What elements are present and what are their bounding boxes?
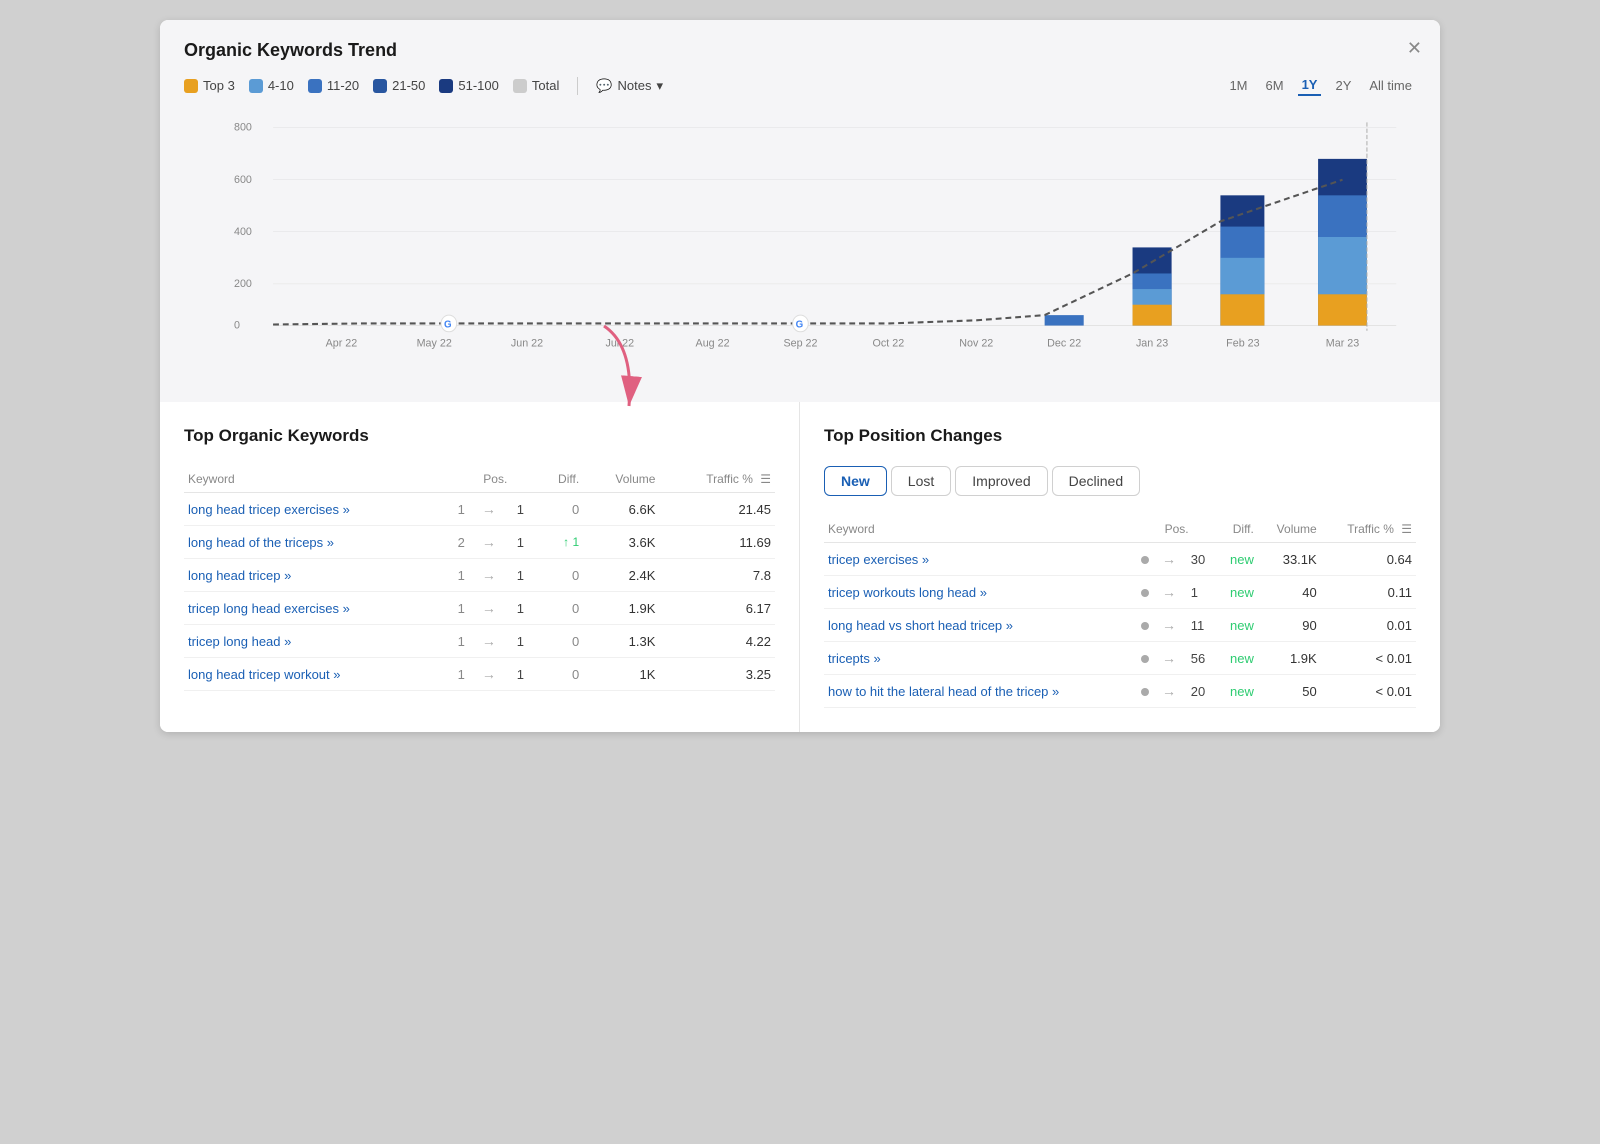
close-button[interactable]: ✕ xyxy=(1407,38,1422,59)
col-pos: Pos. xyxy=(454,466,537,493)
legend-item-21-50[interactable]: 21-50 xyxy=(373,78,425,93)
pc-col-traffic: Traffic % ☰ xyxy=(1321,516,1416,543)
tab-improved[interactable]: Improved xyxy=(955,466,1047,496)
time-btn-all-time[interactable]: All time xyxy=(1365,76,1416,95)
time-btn-1m[interactable]: 1M xyxy=(1225,76,1251,95)
svg-text:Feb 23: Feb 23 xyxy=(1226,337,1259,349)
svg-text:Aug 22: Aug 22 xyxy=(696,337,730,349)
legend-checkbox[interactable] xyxy=(373,79,387,93)
svg-text:400: 400 xyxy=(234,226,252,238)
chart-container: 800 600 400 200 0 xyxy=(184,112,1416,392)
kw-cell[interactable]: tricep long head » xyxy=(184,625,454,658)
pc-col-volume: Volume xyxy=(1258,516,1321,543)
table-row: tricep workouts long head » → 1 new 40 0… xyxy=(824,576,1416,609)
kw-cell[interactable]: tricep long head exercises » xyxy=(184,592,454,625)
svg-text:Oct 22: Oct 22 xyxy=(873,337,905,349)
table-row: how to hit the lateral head of the trice… xyxy=(824,675,1416,708)
trend-controls: Top 3 4-10 11-20 21-50 51-100 Total 💬 Notes ▾… xyxy=(184,75,1416,96)
tab-new[interactable]: New xyxy=(824,466,887,496)
pc-kw-cell[interactable]: how to hit the lateral head of the trice… xyxy=(824,675,1137,708)
legend-checkbox[interactable] xyxy=(439,79,453,93)
pc-col-keyword: Keyword xyxy=(824,516,1137,543)
time-btn-2y[interactable]: 2Y xyxy=(1331,76,1355,95)
svg-text:Sep 22: Sep 22 xyxy=(783,337,817,349)
position-section-title: Top Position Changes xyxy=(824,426,1416,446)
kw-cell[interactable]: long head tricep workout » xyxy=(184,658,454,691)
trend-chart: 800 600 400 200 0 xyxy=(234,112,1406,362)
pc-kw-cell[interactable]: long head vs short head tricep » xyxy=(824,609,1137,642)
svg-text:0: 0 xyxy=(234,319,240,331)
svg-text:May 22: May 22 xyxy=(417,337,452,349)
bottom-sections: Top Organic Keywords Keyword Pos. Diff. … xyxy=(160,402,1440,732)
tab-declined[interactable]: Declined xyxy=(1052,466,1140,496)
col-keyword: Keyword xyxy=(184,466,454,493)
keywords-table: Keyword Pos. Diff. Volume Traffic % ☰ lo… xyxy=(184,466,775,691)
col-diff: Diff. xyxy=(537,466,583,493)
keywords-section: Top Organic Keywords Keyword Pos. Diff. … xyxy=(160,402,800,732)
table-row: long head tricep exercises » 1 → 1 0 6.6… xyxy=(184,493,775,526)
legend-item-51-100[interactable]: 51-100 xyxy=(439,78,498,93)
legend-checkbox[interactable] xyxy=(184,79,198,93)
svg-text:Apr 22: Apr 22 xyxy=(326,337,358,349)
notes-chevron-icon: ▾ xyxy=(657,78,664,94)
table-row: tricep long head » 1 → 1 0 1.3K 4.22 xyxy=(184,625,775,658)
table-row: long head tricep » 1 → 1 0 2.4K 7.8 xyxy=(184,559,775,592)
main-card: Organic Keywords Trend ✕ Top 3 4-10 11-20 2… xyxy=(160,20,1440,732)
position-table: Keyword Pos. Diff. Volume Traffic % ☰ tr… xyxy=(824,516,1416,708)
table-row: tricepts » → 56 new 1.9K < 0.01 xyxy=(824,642,1416,675)
svg-text:Jan 23: Jan 23 xyxy=(1136,337,1168,349)
col-traffic: Traffic % ☰ xyxy=(659,466,775,493)
legend-checkbox[interactable] xyxy=(249,79,263,93)
time-btn-6m[interactable]: 6M xyxy=(1262,76,1288,95)
keywords-section-title: Top Organic Keywords xyxy=(184,426,775,446)
table-row: tricep exercises » → 30 new 33.1K 0.64 xyxy=(824,543,1416,576)
trend-section: Organic Keywords Trend ✕ Top 3 4-10 11-20 2… xyxy=(160,20,1440,402)
time-btn-1y[interactable]: 1Y xyxy=(1298,75,1322,96)
svg-text:Nov 22: Nov 22 xyxy=(959,337,993,349)
table-row: long head of the triceps » 2 → 1 ↑ 1 3.6… xyxy=(184,526,775,559)
position-section: Top Position Changes NewLostImprovedDecl… xyxy=(800,402,1440,732)
notes-button[interactable]: 💬 Notes ▾ xyxy=(596,78,663,94)
svg-text:G: G xyxy=(444,319,452,330)
position-tab-group: NewLostImprovedDeclined xyxy=(824,466,1416,496)
svg-text:Jun 22: Jun 22 xyxy=(511,337,543,349)
legend-separator xyxy=(577,77,578,95)
tab-lost[interactable]: Lost xyxy=(891,466,951,496)
svg-text:200: 200 xyxy=(234,278,252,290)
legend-checkbox[interactable] xyxy=(513,79,527,93)
svg-text:600: 600 xyxy=(234,174,252,186)
pc-col-pos: Pos. xyxy=(1137,516,1216,543)
svg-text:Jul 22: Jul 22 xyxy=(605,337,634,349)
time-buttons: 1M 6M 1Y 2Y All time xyxy=(1225,75,1416,96)
svg-text:800: 800 xyxy=(234,121,252,133)
table-row: long head tricep workout » 1 → 1 0 1K 3.… xyxy=(184,658,775,691)
legend-item-top-3[interactable]: Top 3 xyxy=(184,78,235,93)
pc-col-diff: Diff. xyxy=(1216,516,1258,543)
pc-kw-cell[interactable]: tricep workouts long head » xyxy=(824,576,1137,609)
kw-cell[interactable]: long head of the triceps » xyxy=(184,526,454,559)
legend-items: Top 3 4-10 11-20 21-50 51-100 Total 💬 Notes ▾ xyxy=(184,77,663,95)
notes-icon: 💬 xyxy=(596,78,612,94)
svg-text:Mar 23: Mar 23 xyxy=(1326,337,1359,349)
legend-item-11-20[interactable]: 11-20 xyxy=(308,78,359,93)
legend-checkbox[interactable] xyxy=(308,79,322,93)
svg-text:G: G xyxy=(796,319,804,330)
col-volume: Volume xyxy=(583,466,659,493)
legend-item-total[interactable]: Total xyxy=(513,78,559,93)
pc-kw-cell[interactable]: tricepts » xyxy=(824,642,1137,675)
svg-text:Dec 22: Dec 22 xyxy=(1047,337,1081,349)
notes-label: Notes xyxy=(618,78,652,93)
kw-cell[interactable]: long head tricep » xyxy=(184,559,454,592)
pc-kw-cell[interactable]: tricep exercises » xyxy=(824,543,1137,576)
table-row: tricep long head exercises » 1 → 1 0 1.9… xyxy=(184,592,775,625)
trend-title: Organic Keywords Trend xyxy=(184,40,1416,61)
legend-item-4-10[interactable]: 4-10 xyxy=(249,78,294,93)
kw-cell[interactable]: long head tricep exercises » xyxy=(184,493,454,526)
table-row: long head vs short head tricep » → 11 ne… xyxy=(824,609,1416,642)
